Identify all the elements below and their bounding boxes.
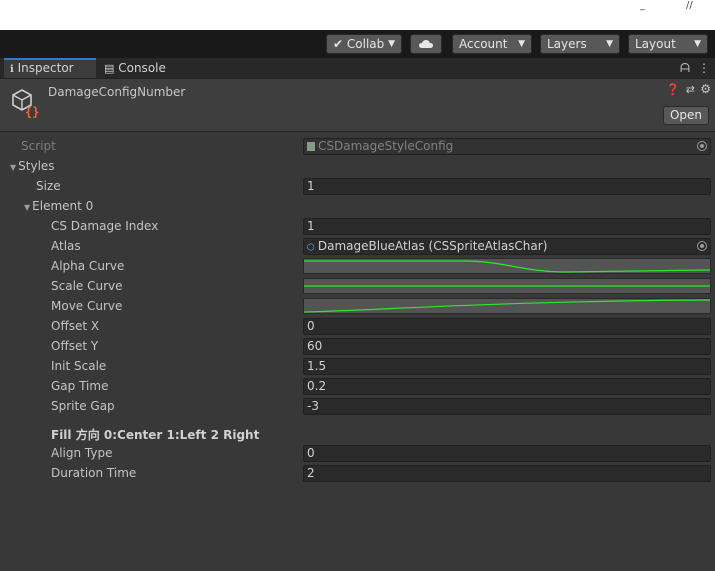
scale-curve-row: Scale Curve <box>0 277 715 295</box>
sprite-gap-label: Sprite Gap <box>51 399 115 413</box>
init-scale-label: Init Scale <box>51 359 107 373</box>
scriptable-object-icon: {} <box>12 89 39 119</box>
damage-index-field[interactable]: 1 <box>303 218 711 235</box>
script-row: Script CSDamageStyleConfig <box>0 137 715 155</box>
move-curve-graph <box>304 299 710 313</box>
account-dropdown[interactable]: Account ▼ <box>452 34 532 54</box>
gap-time-row: Gap Time 0.2 <box>0 377 715 395</box>
layout-dropdown[interactable]: Layout ▼ <box>628 34 708 54</box>
script-field: CSDamageStyleConfig <box>303 138 711 155</box>
help-icon[interactable]: ❓ <box>666 83 680 96</box>
styles-label: Styles <box>18 159 55 173</box>
open-button[interactable]: Open <box>662 106 709 125</box>
duration-time-label: Duration Time <box>51 466 137 480</box>
alpha-curve-row: Alpha Curve <box>0 257 715 275</box>
align-type-label: Align Type <box>51 446 113 460</box>
sprite-gap-row: Sprite Gap -3 <box>0 397 715 415</box>
menu-icon[interactable]: ⋮ <box>698 58 710 78</box>
asset-title: DamageConfigNumber <box>48 85 186 99</box>
info-icon: ℹ <box>10 64 14 75</box>
check-circle-icon: ✔ <box>333 37 344 51</box>
scale-curve-field[interactable] <box>303 278 711 294</box>
lock-icon[interactable]: ᗩ <box>680 58 690 78</box>
account-label: Account <box>459 37 508 51</box>
offset-y-label: Offset Y <box>51 339 99 353</box>
caret-down-icon: ▼ <box>10 163 17 172</box>
scale-curve-label: Scale Curve <box>51 279 123 293</box>
object-picker-icon[interactable] <box>697 241 707 251</box>
move-curve-field[interactable] <box>303 298 711 314</box>
chevron-down-icon: ▼ <box>388 39 395 49</box>
sprite-atlas-icon: ⬡ <box>307 243 315 253</box>
tab-bar: ℹ Inspector ▤ Console ᗩ ⋮ <box>0 58 715 79</box>
fill-section-header: Fill 方向 0:Center 1:Left 2 Right <box>51 428 260 442</box>
layers-dropdown[interactable]: Layers ▼ <box>540 34 620 54</box>
fill-header-row: Fill 方向 0:Center 1:Left 2 Right <box>0 426 715 444</box>
atlas-label: Atlas <box>51 239 81 253</box>
tab-console-label: Console <box>118 61 166 75</box>
init-scale-field[interactable]: 1.5 <box>303 358 711 375</box>
duration-time-field[interactable]: 2 <box>303 465 711 482</box>
size-row: Size 1 <box>0 177 715 195</box>
top-strip-mark-right: // <box>686 0 693 11</box>
layers-label: Layers <box>547 37 587 51</box>
duration-time-row: Duration Time 2 <box>0 464 715 482</box>
offset-x-field[interactable]: 0 <box>303 318 711 335</box>
top-strip-mark-left: _ <box>640 0 645 11</box>
collab-label: Collab <box>346 37 385 51</box>
size-field[interactable]: 1 <box>303 178 711 195</box>
offset-x-row: Offset X 0 <box>0 317 715 335</box>
offset-y-field[interactable]: 60 <box>303 338 711 355</box>
cloud-icon <box>419 40 433 48</box>
object-picker-icon <box>697 141 707 151</box>
console-icon: ▤ <box>104 62 115 75</box>
init-scale-row: Init Scale 1.5 <box>0 357 715 375</box>
sprite-gap-field[interactable]: -3 <box>303 398 711 415</box>
inspector-header: {} DamageConfigNumber ❓ ⇄ ⚙ Open <box>0 79 715 132</box>
gap-time-field[interactable]: 0.2 <box>303 378 711 395</box>
svg-text:{}: {} <box>25 105 39 119</box>
tab-console[interactable]: ▤ Console <box>104 58 184 78</box>
element0-label: Element 0 <box>32 199 94 213</box>
chevron-down-icon: ▼ <box>518 39 525 49</box>
size-label: Size <box>36 179 61 193</box>
top-strip: _ // <box>0 0 715 30</box>
atlas-row: Atlas ⬡ DamageBlueAtlas (CSSpriteAtlasCha… <box>0 237 715 255</box>
tab-inspector-label: Inspector <box>17 61 74 75</box>
settings-icon[interactable]: ⚙ <box>700 82 711 96</box>
scale-curve-graph <box>304 285 710 287</box>
damage-index-label: CS Damage Index <box>51 219 159 233</box>
element0-foldout[interactable]: ▼ Element 0 <box>24 197 93 217</box>
script-label: Script <box>21 139 56 153</box>
atlas-value: DamageBlueAtlas (CSSpriteAtlasChar) <box>317 239 548 253</box>
cloud-button[interactable] <box>410 34 442 54</box>
script-file-icon <box>307 142 315 151</box>
chevron-down-icon: ▼ <box>606 39 613 49</box>
offset-x-label: Offset X <box>51 319 100 333</box>
alpha-curve-field[interactable] <box>303 258 711 274</box>
styles-foldout[interactable]: ▼ Styles <box>10 157 55 177</box>
styles-row[interactable]: ▼ Styles <box>0 157 715 175</box>
move-curve-label: Move Curve <box>51 299 123 313</box>
element0-row[interactable]: ▼ Element 0 <box>0 197 715 215</box>
alpha-curve-label: Alpha Curve <box>51 259 125 273</box>
script-value: CSDamageStyleConfig <box>318 139 454 153</box>
gap-time-label: Gap Time <box>51 379 109 393</box>
toolbar: ✔ Collab ▼ Account ▼ Layers ▼ Layout ▼ <box>0 30 715 58</box>
collab-button[interactable]: ✔ Collab ▼ <box>326 34 402 54</box>
align-type-row: Align Type 0 <box>0 444 715 462</box>
offset-y-row: Offset Y 60 <box>0 337 715 355</box>
chevron-down-icon: ▼ <box>694 39 701 49</box>
damage-index-row: CS Damage Index 1 <box>0 217 715 235</box>
layout-label: Layout <box>635 37 676 51</box>
align-type-field[interactable]: 0 <box>303 445 711 462</box>
preset-icon[interactable]: ⇄ <box>686 83 695 96</box>
move-curve-row: Move Curve <box>0 297 715 315</box>
caret-down-icon: ▼ <box>24 203 31 212</box>
alpha-curve-graph <box>304 260 710 273</box>
atlas-field[interactable]: ⬡ DamageBlueAtlas (CSSpriteAtlasChar) <box>303 238 711 255</box>
tab-inspector[interactable]: ℹ Inspector <box>4 58 96 78</box>
